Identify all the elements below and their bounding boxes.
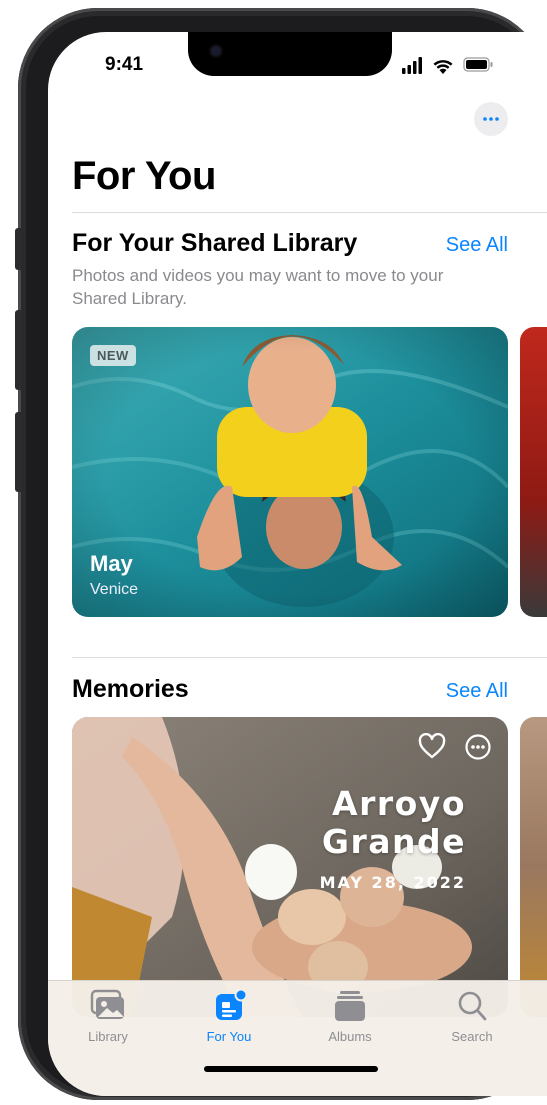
action-button	[15, 228, 21, 270]
shared-library-see-all-link[interactable]: See All	[446, 234, 508, 257]
search-icon	[458, 991, 487, 1021]
signal-icon	[402, 57, 422, 74]
next-card-peek[interactable]	[520, 327, 547, 617]
page-title: For You	[72, 154, 216, 198]
memory-date: MAY 28, 2022	[319, 873, 466, 892]
for-you-icon	[216, 989, 247, 1020]
volume-up-button	[15, 310, 21, 390]
next-memory-peek[interactable]	[520, 717, 547, 1017]
tab-for-you[interactable]: For You	[179, 989, 279, 1044]
front-camera	[211, 46, 221, 56]
card-location: Venice	[90, 581, 139, 598]
status-icons	[402, 57, 493, 74]
ellipsis-circle-icon[interactable]	[464, 733, 492, 761]
tab-search-label: Search	[451, 1029, 493, 1044]
tab-search[interactable]: Search	[422, 989, 522, 1044]
memory-title: Arroyo Grande	[321, 784, 466, 861]
card-title: May	[90, 551, 133, 576]
ellipsis-icon	[483, 117, 499, 121]
photo-library-icon	[90, 989, 124, 1019]
shared-library-title: For Your Shared Library	[72, 229, 358, 257]
tab-albums-label: Albums	[328, 1029, 372, 1044]
memory-photo	[72, 717, 508, 1017]
more-options-button[interactable]	[474, 102, 508, 136]
tab-library[interactable]: Library	[58, 989, 158, 1044]
shared-library-subtitle: Photos and videos you may want to move t…	[72, 266, 444, 308]
memory-card[interactable]: Arroyo Grande MAY 28, 2022	[72, 717, 508, 1017]
pool-photo	[72, 327, 508, 617]
wifi-icon	[433, 60, 453, 74]
tab-for-you-label: For You	[206, 1029, 252, 1044]
divider	[72, 657, 547, 658]
volume-down-button	[15, 412, 21, 492]
battery-icon	[463, 57, 493, 72]
shared-library-card[interactable]: NEW May Venice	[72, 327, 508, 617]
tab-albums[interactable]: Albums	[300, 989, 400, 1044]
tab-library-label: Library	[88, 1029, 128, 1044]
heart-icon[interactable]	[418, 733, 446, 761]
albums-icon	[335, 991, 365, 1021]
memories-title: Memories	[72, 675, 189, 703]
memories-see-all-link[interactable]: See All	[446, 680, 508, 703]
screen: 9:41 For You For Your Shared Library See…	[48, 32, 547, 1096]
new-badge: NEW	[90, 345, 136, 366]
tab-bar: Library For You Albums Search	[48, 980, 547, 1096]
divider	[72, 212, 547, 213]
status-time: 9:41	[105, 54, 144, 75]
home-indicator[interactable]	[204, 1066, 378, 1072]
